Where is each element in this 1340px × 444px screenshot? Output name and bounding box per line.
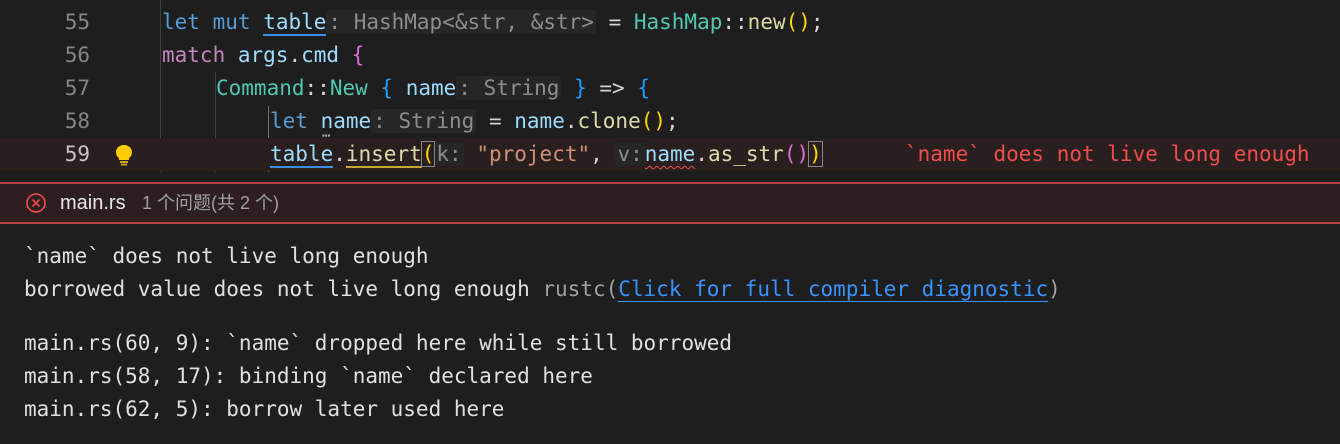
code-line-current[interactable]: 59 table.insert(k: "project", v:name.as_… (0, 138, 1340, 171)
code-text[interactable]: Command::New { name: String } => { (216, 72, 650, 105)
diagnostic-link[interactable]: Click for full compiler diagnostic (618, 277, 1049, 302)
related-info[interactable]: main.rs(60, 9): `name` dropped here whil… (24, 327, 732, 360)
code-line[interactable]: 56 match args.cmd { (0, 39, 1340, 72)
code-line[interactable]: 58 let name: String = name.clone(); ⋯ (0, 105, 1340, 143)
lightbulb-icon[interactable] (114, 144, 134, 166)
code-editor[interactable]: 55 let mut table: HashMap<&str, &str> = … (0, 0, 1340, 172)
error-detail-line: borrowed value does not live long enough… (24, 273, 1061, 306)
line-number: 57 (64, 76, 90, 100)
code-line[interactable]: 55 let mut table: HashMap<&str, &str> = … (0, 6, 1340, 39)
related-info[interactable]: main.rs(62, 5): borrow later used here (24, 393, 504, 426)
error-detail: borrowed value does not live long enough (24, 277, 530, 301)
error-source: rustc( (542, 277, 619, 301)
code-text[interactable]: table.insert(k: "project", v:name.as_str… (270, 138, 823, 171)
line-number: 56 (64, 43, 90, 67)
line-number: 59 (64, 142, 90, 166)
code-text[interactable]: match args.cmd { (162, 39, 364, 72)
inline-error-message: `name` does not live long enough (905, 142, 1310, 166)
code-line[interactable]: 57 Command::New { name: String } => { (0, 72, 1340, 105)
code-text[interactable]: let mut table: HashMap<&str, &str> = Has… (162, 6, 824, 39)
line-number: 55 (64, 10, 90, 34)
problem-peek-panel: main.rs 1 个问题(共 2 个) `name` does not liv… (0, 172, 1340, 444)
line-number: 58 (64, 109, 90, 133)
peek-problem-count: 1 个问题(共 2 个) (142, 193, 280, 213)
error-circle-icon (26, 193, 46, 213)
peek-file-name[interactable]: main.rs (60, 184, 126, 222)
error-source-close: ) (1048, 277, 1061, 301)
related-info[interactable]: main.rs(58, 17): binding `name` declared… (24, 360, 593, 393)
peek-header: main.rs 1 个问题(共 2 个) (0, 182, 1340, 224)
error-title: `name` does not live long enough (24, 244, 429, 268)
